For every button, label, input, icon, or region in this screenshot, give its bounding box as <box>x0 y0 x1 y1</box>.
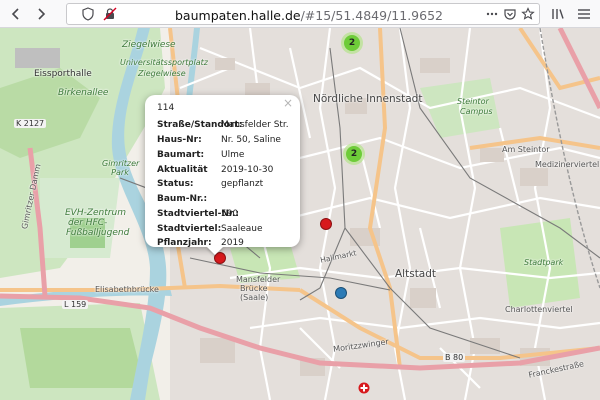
map-label-mansfelder-1: Mansfelder <box>236 275 281 284</box>
map-label-am-steintor: Am Steintor <box>502 145 550 154</box>
popup-row-status: Status: gepflanzt <box>157 179 263 189</box>
url-text: baumpaten.halle.de/#15/51.4849/11.9652 <box>175 8 443 23</box>
popup-row-district-number: Stadtviertel-Nr.:590 <box>157 209 240 219</box>
map-label-ziegelwiese: Ziegelwiese <box>122 40 176 50</box>
map-label-birkenallee: Birkenallee <box>58 88 109 98</box>
tree-marker-red[interactable] <box>320 218 332 230</box>
map-label-medizinerviertel: Medizinerviertel <box>535 160 600 169</box>
cluster-count: 2 <box>344 35 360 51</box>
popup-key: Stadtviertel-Nr.: <box>157 209 240 219</box>
popup-key: Aktualität <box>157 165 208 175</box>
popup-row-street: Straße/Standort:Mansfelder Str. <box>157 120 289 130</box>
popup-row-updated: Aktualität 2019-10-30 <box>157 165 273 175</box>
popup-key: Baumart: <box>157 150 205 160</box>
popup-row-planting-year: Pflanzjahr: 2019 <box>157 238 244 248</box>
map-label-evh-line2: der HFC- <box>68 218 108 228</box>
map-label-steintor-campus: Campus <box>460 107 493 116</box>
popup-key: Straße/Standort: <box>157 120 243 130</box>
map-label-k2127: K 2127 <box>14 119 47 128</box>
hospital-icon <box>358 382 370 394</box>
map-label-university-sports: Universitätssportplatz <box>120 58 208 67</box>
map-label-ziegelwiese-2: Ziegelwiese <box>138 69 186 78</box>
forward-arrow-icon[interactable] <box>33 6 49 22</box>
library-icon[interactable] <box>550 6 566 22</box>
browser-toolbar: baumpaten.halle.de/#15/51.4849/11.9652 <box>0 0 600 28</box>
map-label-stadtpark: Stadtpark <box>524 258 564 267</box>
map-label-evh-line3: Fußballjugend <box>66 228 130 238</box>
popup-value: Nr. 50, Saline <box>221 135 281 145</box>
map-label-gimritzer-park: Gimritzer Park <box>102 159 140 177</box>
insecure-lock-icon[interactable] <box>103 7 117 21</box>
back-arrow-icon[interactable] <box>8 6 24 22</box>
map-label-charlottenviertel: Charlottenviertel <box>505 305 573 314</box>
popup-key: Baum-Nr.: <box>157 194 208 204</box>
map-label-b80: B 80 <box>443 353 466 362</box>
popup-key: Status: <box>157 179 194 189</box>
popup-key: Haus-Nr: <box>157 135 202 145</box>
address-bar[interactable]: baumpaten.halle.de/#15/51.4849/11.9652 <box>66 3 540 25</box>
popup-value: 590 <box>221 209 239 219</box>
url-host: baumpaten.halle.de <box>175 8 301 23</box>
map-label-mansfelder-3: (Saale) <box>240 293 269 302</box>
hamburger-menu-icon[interactable] <box>576 6 592 22</box>
popup-tree-id: 114 <box>157 103 175 113</box>
popup-value: gepflanzt <box>221 179 264 189</box>
popup-key: Stadtviertel: <box>157 224 222 234</box>
popup-close-button[interactable]: × <box>283 96 293 110</box>
more-dots-icon[interactable] <box>485 7 499 21</box>
map-label-altstadt: Altstadt <box>395 268 437 280</box>
map-label-steintor: Steintor <box>457 97 489 106</box>
bookmark-star-icon[interactable] <box>521 7 535 21</box>
popup-row-tree-number: Baum-Nr.: <box>157 194 221 204</box>
popup-row-house-number: Haus-Nr: Nr. 50, Saline <box>157 135 281 145</box>
map-label-mansfelder-2: Brücke <box>240 284 268 293</box>
map-label-noerdliche-innenstadt: Nördliche Innenstadt <box>313 93 423 105</box>
popup-value: 2019-10-30 <box>221 165 274 175</box>
popup-value: 2019 <box>221 238 244 248</box>
marker-cluster-1[interactable]: 2 <box>341 32 363 54</box>
popup-row-district: Stadtviertel:Saaleaue <box>157 224 263 234</box>
marker-cluster-2[interactable]: 2 <box>343 143 365 165</box>
pocket-icon[interactable] <box>503 7 517 21</box>
tree-marker-blue[interactable] <box>335 287 347 299</box>
map-label-elisabethbruecke: Elisabethbrücke <box>95 285 159 294</box>
map-label-evh-line1: EVH-Zentrum <box>65 208 126 218</box>
map-canvas[interactable]: Ziegelwiese Universitätssportplatz Ziege… <box>0 28 600 400</box>
shield-icon[interactable] <box>81 7 95 21</box>
popup-value: Saaleaue <box>221 224 263 234</box>
map-label-l159: L 159 <box>62 300 89 309</box>
url-path: /#15/51.4849/11.9652 <box>300 8 443 23</box>
map-label-eissporthalle: Eissporthalle <box>34 69 92 79</box>
popup-value: Mansfelder Str. <box>221 120 289 130</box>
popup-key: Pflanzjahr: <box>157 238 212 248</box>
popup-row-tree-species: Baumart: Ulme <box>157 150 244 160</box>
cluster-count: 2 <box>346 146 362 162</box>
popup-value: Ulme <box>221 150 245 160</box>
